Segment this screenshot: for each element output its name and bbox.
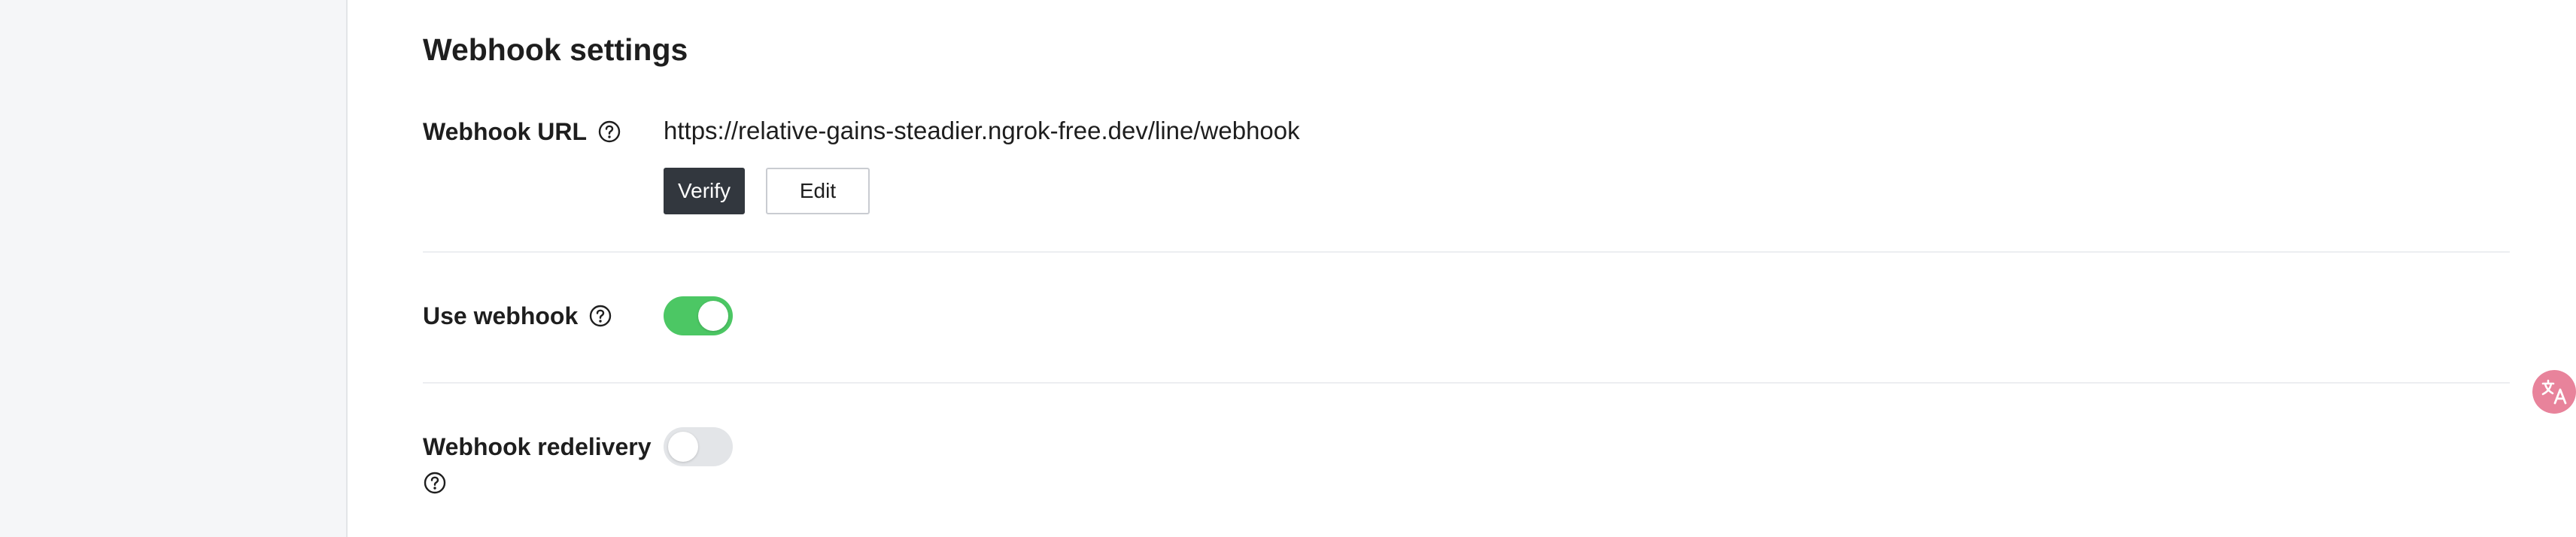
translate-icon xyxy=(2532,370,2576,414)
webhook-redelivery-label: Webhook redelivery xyxy=(423,433,652,460)
webhook-settings-panel: Webhook settings Webhook URL https://rel… xyxy=(348,0,2576,537)
help-icon[interactable] xyxy=(423,471,447,495)
webhook-url-label-row: Webhook URL xyxy=(423,115,621,148)
toggle-knob xyxy=(668,432,698,462)
divider xyxy=(423,251,2510,253)
webhook-url-label: Webhook URL xyxy=(423,118,588,145)
help-icon[interactable] xyxy=(588,304,612,328)
toggle-knob xyxy=(698,301,728,331)
edit-button[interactable]: Edit xyxy=(766,168,870,214)
help-icon[interactable] xyxy=(597,120,621,144)
page: Webhook settings Webhook URL https://rel… xyxy=(0,0,2576,537)
webhook-url-value: https://relative-gains-steadier.ngrok-fr… xyxy=(664,117,1300,144)
use-webhook-label-row: Use webhook xyxy=(423,299,612,332)
section-title: Webhook settings xyxy=(423,32,688,67)
verify-button[interactable]: Verify xyxy=(664,168,745,214)
sidebar xyxy=(0,0,348,537)
webhook-redelivery-toggle[interactable] xyxy=(664,427,733,466)
use-webhook-label: Use webhook xyxy=(423,302,579,329)
divider xyxy=(423,382,2510,384)
use-webhook-toggle[interactable] xyxy=(664,296,733,335)
translate-button[interactable] xyxy=(2532,370,2576,414)
